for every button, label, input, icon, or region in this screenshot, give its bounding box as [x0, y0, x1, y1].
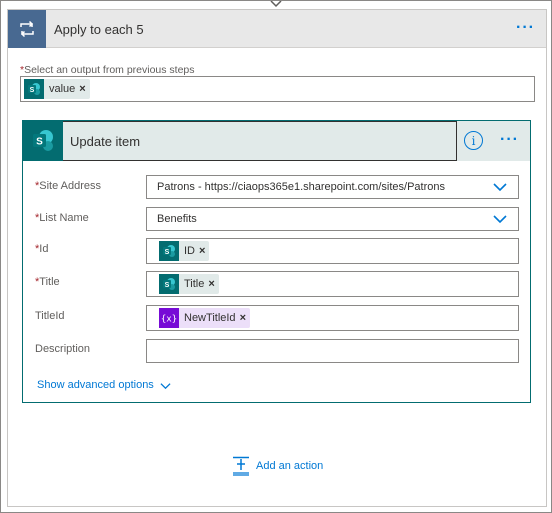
title-label: *Title: [35, 276, 60, 288]
svg-text:{x}: {x}: [161, 315, 177, 325]
action-more-dots-icon[interactable]: ···: [500, 131, 519, 149]
id-token[interactable]: S ID ×: [159, 241, 210, 261]
token-label: ID: [184, 245, 195, 257]
add-an-action-button[interactable]: Add an action: [232, 456, 323, 476]
apply-to-each-title: Apply to each 5: [54, 22, 144, 37]
titleid-field[interactable]: {x} NewTitleId ×: [146, 305, 519, 331]
sharepoint-icon: S: [23, 121, 63, 161]
loop-more-dots-icon[interactable]: ···: [516, 19, 535, 37]
value-token[interactable]: S value ×: [24, 79, 90, 99]
add-action-icon: [233, 456, 249, 476]
remove-token-icon[interactable]: ×: [240, 312, 250, 324]
site-address-label: *Site Address: [35, 180, 102, 192]
titleid-label: TitleId: [35, 310, 65, 322]
canvas: Apply to each 5 ··· *Select an output fr…: [0, 0, 552, 513]
sharepoint-icon: S: [159, 241, 179, 261]
remove-token-icon[interactable]: ×: [79, 83, 89, 95]
svg-text:S: S: [165, 282, 170, 289]
update-item-title: Update item: [70, 134, 141, 149]
variable-icon: {x}: [159, 308, 179, 328]
loop-icon: [8, 10, 46, 48]
connector-arrow-icon: [270, 1, 282, 8]
chevron-down-icon: [493, 215, 507, 224]
title-field[interactable]: S Title ×: [146, 271, 519, 297]
select-output-label: *Select an output from previous steps: [20, 64, 195, 76]
id-field[interactable]: S ID ×: [146, 238, 519, 264]
site-address-dropdown[interactable]: Patrons - https://ciaops365e1.sharepoint…: [146, 175, 519, 199]
description-field[interactable]: [146, 339, 519, 363]
update-item-card: S Update item i ··· *Site Address Patron…: [22, 120, 531, 403]
description-label: Description: [35, 343, 91, 355]
sharepoint-icon: S: [24, 79, 44, 99]
chevron-down-icon: [493, 183, 507, 192]
remove-token-icon[interactable]: ×: [199, 245, 209, 257]
sharepoint-icon: S: [159, 274, 179, 294]
chevron-down-icon: [160, 382, 171, 389]
advanced-options-label: Show advanced options: [37, 379, 154, 391]
show-advanced-options-link[interactable]: Show advanced options: [37, 379, 171, 391]
id-label: *Id: [35, 243, 49, 255]
apply-to-each-header[interactable]: Apply to each 5 ···: [8, 10, 546, 48]
update-item-header[interactable]: S Update item i ···: [23, 121, 530, 161]
svg-text:S: S: [36, 137, 43, 148]
list-name-value: Benefits: [157, 213, 197, 225]
title-token[interactable]: S Title ×: [159, 274, 219, 294]
add-an-action-label: Add an action: [256, 460, 324, 472]
list-name-label: *List Name: [35, 212, 89, 224]
remove-token-icon[interactable]: ×: [208, 278, 218, 290]
token-label: NewTitleId: [184, 312, 236, 324]
token-label: Title: [184, 278, 205, 290]
list-name-dropdown[interactable]: Benefits: [146, 207, 519, 231]
newtitleid-token[interactable]: {x} NewTitleId ×: [159, 308, 250, 328]
token-label: value: [49, 83, 76, 95]
select-output-field[interactable]: S value ×: [20, 76, 535, 102]
info-icon[interactable]: i: [464, 131, 483, 150]
svg-text:S: S: [30, 87, 35, 94]
site-address-value: Patrons - https://ciaops365e1.sharepoint…: [157, 181, 445, 193]
svg-text:S: S: [165, 249, 170, 256]
apply-to-each-container: Apply to each 5 ··· *Select an output fr…: [7, 9, 547, 507]
